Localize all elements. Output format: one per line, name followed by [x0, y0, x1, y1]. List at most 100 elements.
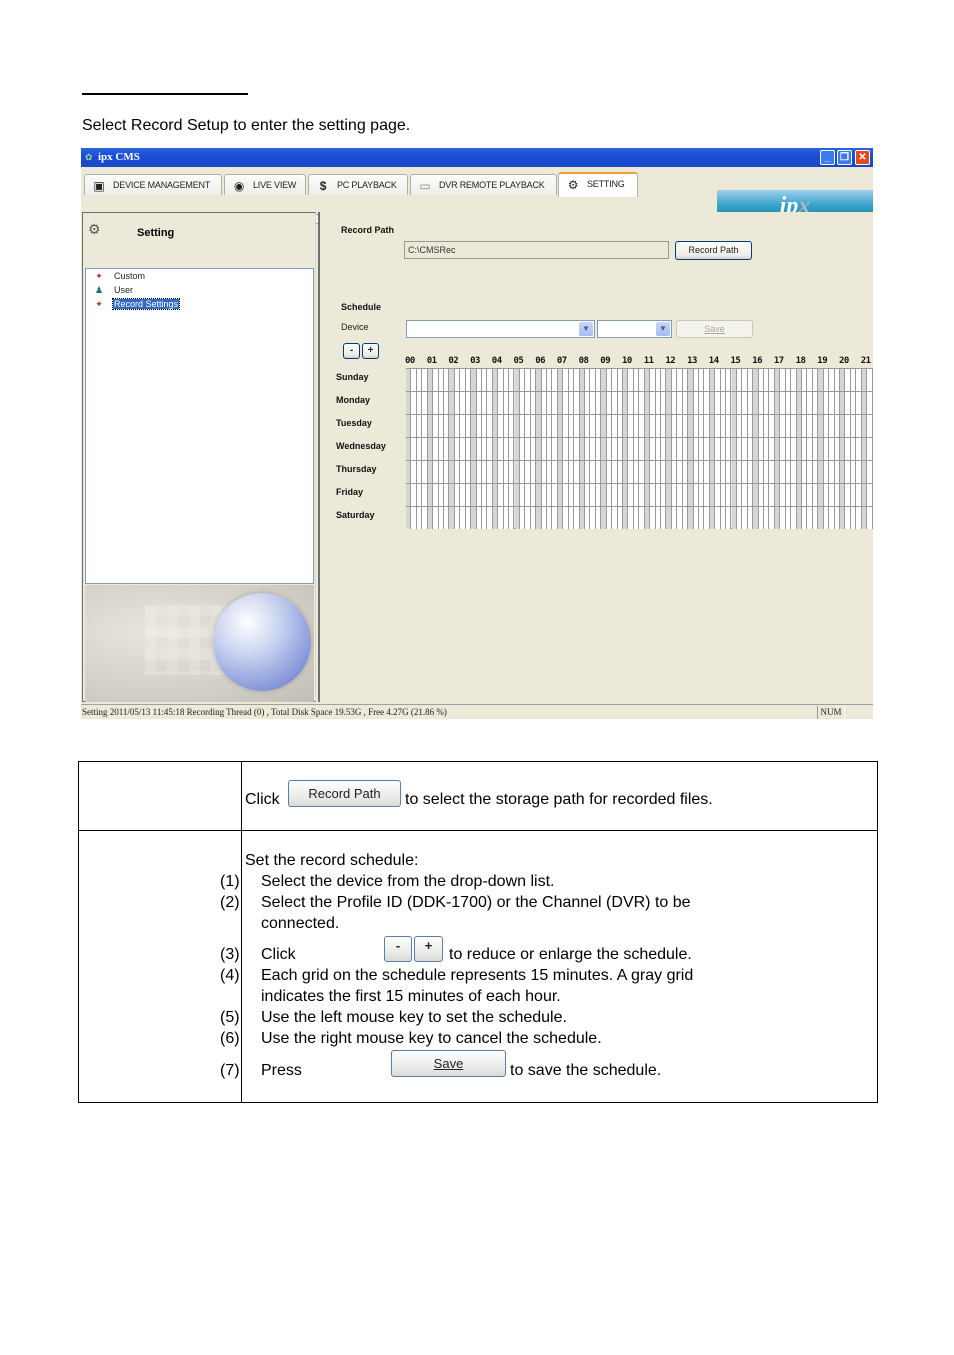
zoom-in-button[interactable]: +	[362, 343, 379, 359]
hour-label: 18	[795, 356, 806, 366]
hour-label: 16	[752, 356, 763, 366]
save-button-image-label: Save	[433, 1056, 464, 1071]
hour-label: 05	[513, 356, 524, 366]
hour-label: 09	[600, 356, 611, 366]
title-bar: ✿ ipx CMS _ ❐ ✕	[81, 148, 873, 167]
row1-pre: Click	[245, 791, 280, 808]
schedule-grid[interactable]	[406, 368, 873, 530]
device-label: Device	[341, 322, 369, 332]
setting-icon: ⚙	[88, 221, 101, 237]
record-path-button[interactable]: Record Path	[675, 241, 752, 260]
zoom-out-button[interactable]: -	[343, 343, 360, 359]
schedule-row	[406, 437, 873, 460]
hour-label: 07	[556, 356, 567, 366]
step-text: Use the left mouse key to set the schedu…	[261, 1009, 567, 1026]
save-button-label: Save	[704, 324, 725, 334]
right-pane: Record Path C:\CMSRec Record Path Schedu…	[318, 212, 873, 702]
hour-label: 15	[730, 356, 741, 366]
day-label: Thursday	[336, 464, 377, 474]
schedule-row	[406, 506, 873, 529]
record-path-label: Record Path	[341, 225, 395, 235]
tab-label: DEVICE MANAGEMENT	[113, 180, 211, 190]
hour-label: 04	[491, 356, 502, 366]
tab-setting[interactable]: ⚙ SETTING	[558, 172, 638, 197]
step-number: (2)	[220, 894, 240, 911]
tab-strip: ▣ DEVICE MANAGEMENT ◉ LIVE VIEW $ PC PLAYBA…	[81, 167, 873, 227]
heading-underline	[82, 93, 248, 95]
globe-icon	[213, 593, 311, 691]
status-bar: Setting 2011/05/13 11:45:18 Recording Th…	[81, 704, 873, 719]
tab-label: SETTING	[587, 179, 625, 189]
step-text-cont: indicates the first 15 minutes of each h…	[261, 988, 561, 1005]
tab-label: PC PLAYBACK	[337, 180, 397, 190]
day-label: Friday	[336, 487, 364, 497]
plus-button-image: +	[414, 936, 443, 962]
gear-icon: ✦	[95, 299, 103, 309]
step-post: to reduce or enlarge the schedule.	[449, 946, 692, 963]
step-number: (5)	[220, 1009, 240, 1026]
hour-label: 14	[708, 356, 719, 366]
day-label: Monday	[336, 395, 371, 405]
left-pane: ⚙ Setting ✦ Custom ♟ User ✦ Record Settings	[82, 212, 316, 702]
tab-pc-playback[interactable]: $ PC PLAYBACK	[308, 174, 408, 195]
intro-text: Select Record Setup to enter the setting…	[82, 117, 411, 134]
step-text: Use the right mouse key to cancel the sc…	[261, 1030, 602, 1047]
step-number: (4)	[220, 967, 240, 984]
tab-label: DVR REMOTE PLAYBACK	[439, 180, 545, 190]
settings-tree: ✦ Custom ♟ User ✦ Record Settings	[85, 268, 314, 584]
tab-label: LIVE VIEW	[253, 180, 297, 190]
tree-item-label: Custom	[114, 271, 146, 281]
hour-labels: 00 01 02 03 04 05 06 07 08 09 10 11 12 13 14 15 16 17 18 19…	[405, 356, 873, 368]
user-icon: ♟	[94, 285, 104, 295]
schedule-row	[406, 368, 873, 391]
chevron-down-icon[interactable]: ▼	[579, 322, 593, 336]
hour-label: 06	[535, 356, 546, 366]
record-path-field[interactable]: C:\CMSRec	[404, 241, 669, 259]
hour-label: 20	[839, 356, 849, 366]
maximize-button[interactable]: ❐	[837, 150, 852, 165]
step-text: Select the Profile ID (DDK-1700) or the …	[261, 894, 691, 911]
step-number: (1)	[220, 873, 240, 890]
dollar-icon: $	[319, 178, 327, 193]
tree-item-custom[interactable]: ✦ Custom	[93, 270, 146, 283]
hour-label: 03	[470, 356, 480, 366]
tab-dvr-remote-playback[interactable]: ▭ DVR REMOTE PLAYBACK	[410, 174, 557, 195]
step-post: to save the schedule.	[510, 1062, 662, 1079]
tree-item-user[interactable]: ♟ User	[93, 284, 134, 297]
left-pane-title: Setting	[137, 227, 175, 239]
chevron-down-icon[interactable]: ▼	[656, 322, 670, 336]
step-pre: Click	[261, 946, 296, 963]
hour-label: 01	[426, 356, 437, 366]
table-divider-horizontal	[79, 830, 877, 831]
hour-label: 12	[665, 356, 676, 366]
eye-icon: ◉	[233, 178, 245, 193]
tab-device-management[interactable]: ▣ DEVICE MANAGEMENT	[84, 174, 222, 195]
day-label: Saturday	[336, 510, 375, 520]
save-button-image: Save	[391, 1050, 506, 1077]
dvr-icon: ▭	[419, 178, 431, 193]
num-lock-indicator: NUM	[817, 706, 845, 719]
step-number: (3)	[220, 946, 240, 963]
tree-item-label: Record Settings	[111, 298, 181, 310]
step-text: Each grid on the schedule represents 15 …	[261, 967, 694, 984]
schedule-row	[406, 391, 873, 414]
schedule-row	[406, 460, 873, 483]
setting-icon: ⚙	[567, 177, 579, 192]
hour-label: 00	[405, 356, 415, 366]
hour-label: 17	[773, 356, 784, 366]
step-pre: Press	[261, 1062, 302, 1079]
window-title: ipx CMS	[98, 151, 140, 163]
schedule-label: Schedule	[341, 302, 382, 312]
minimize-button[interactable]: _	[820, 150, 835, 165]
row1-post: to select the storage path for recorded …	[405, 791, 713, 808]
device-dropdown[interactable]: ▼	[406, 320, 595, 338]
hour-label: 13	[687, 356, 697, 366]
hour-label: 10	[622, 356, 632, 366]
channel-dropdown[interactable]: ▼	[597, 320, 672, 338]
tree-item-record-settings[interactable]: ✦ Record Settings	[93, 298, 181, 311]
close-button[interactable]: ✕	[855, 150, 870, 165]
schedule-row	[406, 483, 873, 506]
save-button[interactable]: Save	[676, 320, 753, 338]
tab-live-view[interactable]: ◉ LIVE VIEW	[224, 174, 306, 195]
app-icon: ✿	[85, 152, 93, 162]
